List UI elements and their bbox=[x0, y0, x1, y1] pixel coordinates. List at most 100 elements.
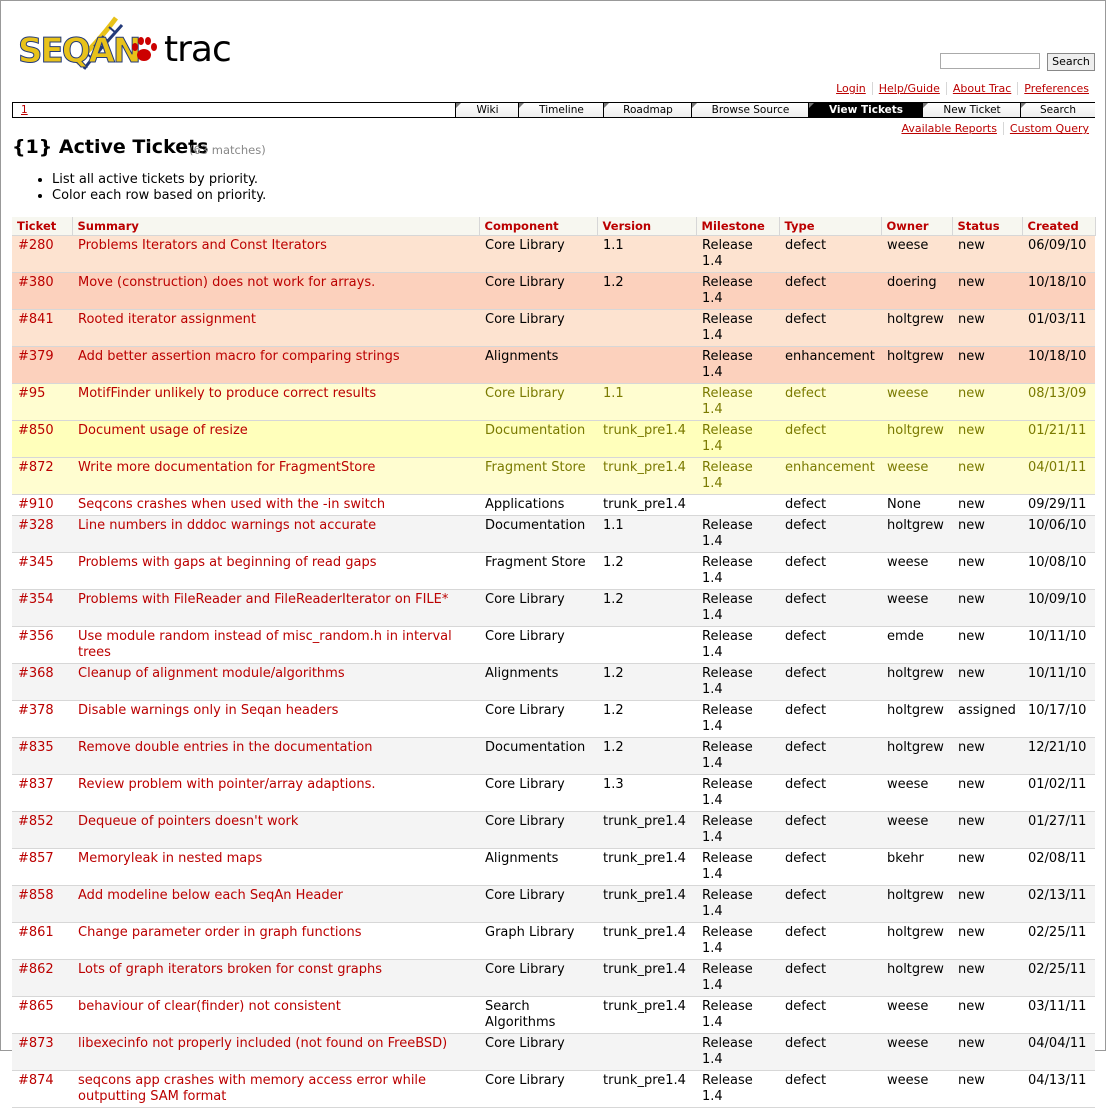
table-row[interactable]: #837 Review problem with pointer/array ad… bbox=[12, 774, 1095, 812]
ticket-id-link[interactable]: #328 bbox=[12, 515, 72, 553]
ticket-id-link[interactable]: #95 bbox=[12, 383, 72, 421]
login-link[interactable]: Login bbox=[830, 82, 872, 95]
ticket-summary-link[interactable]: libexecinfo not properly included (not f… bbox=[72, 1033, 479, 1071]
ticket-summary-link[interactable]: Write more documentation for FragmentSto… bbox=[72, 457, 479, 495]
table-row[interactable]: #841 Rooted iterator assignment Core Libra… bbox=[12, 309, 1095, 347]
ticket-summary-link[interactable]: Rooted iterator assignment bbox=[72, 309, 479, 347]
ticket-summary-link[interactable]: Problems with gaps at beginning of read … bbox=[72, 552, 479, 590]
ticket-summary-link[interactable]: Change parameter order in graph function… bbox=[72, 922, 479, 960]
nav-context-link[interactable]: 1 bbox=[21, 103, 28, 117]
ticket-summary-link[interactable]: MotifFinder unlikely to produce correct … bbox=[72, 383, 479, 421]
ticket-id-link[interactable]: #841 bbox=[12, 309, 72, 347]
ticket-id-link[interactable]: #368 bbox=[12, 663, 72, 701]
ticket-summary-link[interactable]: Dequeue of pointers doesn't work bbox=[72, 811, 479, 849]
tab-search[interactable]: Search bbox=[1020, 103, 1095, 117]
table-row[interactable]: #345 Problems with gaps at beginning of r… bbox=[12, 552, 1095, 590]
table-row[interactable]: #379 Add better assertion macro for compa… bbox=[12, 346, 1095, 384]
col-component[interactable]: Component bbox=[479, 217, 598, 236]
col-created[interactable]: Created bbox=[1022, 217, 1096, 236]
table-row[interactable]: #368 Cleanup of alignment module/algorith… bbox=[12, 663, 1095, 701]
ticket-summary-link[interactable]: Use module random instead of misc_random… bbox=[72, 626, 479, 664]
search-input[interactable] bbox=[940, 53, 1040, 69]
table-row[interactable]: #95 MotifFinder unlikely to produce corre… bbox=[12, 383, 1095, 421]
table-row[interactable]: #872 Write more documentation for Fragmen… bbox=[12, 457, 1095, 495]
tab-roadmap[interactable]: Roadmap bbox=[603, 103, 692, 117]
ticket-id-link[interactable]: #345 bbox=[12, 552, 72, 590]
custom-query-link[interactable]: Custom Query bbox=[1002, 122, 1095, 135]
tab-wiki[interactable]: Wiki bbox=[455, 103, 519, 117]
ticket-id-link[interactable]: #378 bbox=[12, 700, 72, 738]
ticket-id-link[interactable]: #850 bbox=[12, 420, 72, 458]
about-trac-link[interactable]: About Trac bbox=[945, 82, 1017, 95]
ticket-summary-link[interactable]: Line numbers in dddoc warnings not accur… bbox=[72, 515, 479, 553]
ticket-summary-link[interactable]: Seqcons crashes when used with the -in s… bbox=[72, 494, 479, 516]
col-owner[interactable]: Owner bbox=[881, 217, 953, 236]
ticket-summary-link[interactable]: Review problem with pointer/array adapti… bbox=[72, 774, 479, 812]
table-row[interactable]: #865 behaviour of clear(finder) not consi… bbox=[12, 996, 1095, 1034]
col-summary[interactable]: Summary bbox=[72, 217, 480, 236]
ticket-summary-link[interactable]: Lots of graph iterators broken for const… bbox=[72, 959, 479, 997]
available-reports-link[interactable]: Available Reports bbox=[895, 122, 1002, 135]
table-row[interactable]: #850 Document usage of resize Documentatio… bbox=[12, 420, 1095, 458]
col-type[interactable]: Type bbox=[779, 217, 882, 236]
table-row[interactable]: #835 Remove double entries in the documen… bbox=[12, 737, 1095, 775]
ticket-id-link[interactable]: #865 bbox=[12, 996, 72, 1034]
tab-view-tickets[interactable]: View Tickets bbox=[808, 103, 923, 117]
ticket-summary-link[interactable]: Add modeline below each SeqAn Header bbox=[72, 885, 479, 923]
col-milestone[interactable]: Milestone bbox=[696, 217, 780, 236]
col-version[interactable]: Version bbox=[597, 217, 697, 236]
ticket-id-link[interactable]: #380 bbox=[12, 272, 72, 310]
tab-new-ticket[interactable]: New Ticket bbox=[922, 103, 1021, 117]
ticket-id-link[interactable]: #356 bbox=[12, 626, 72, 664]
ticket-summary-link[interactable]: Add better assertion macro for comparing… bbox=[72, 346, 479, 384]
ticket-id-link[interactable]: #858 bbox=[12, 885, 72, 923]
seqan-trac-logo[interactable]: SEQAN trac bbox=[16, 11, 232, 72]
ticket-summary-link[interactable]: Move (construction) does not work for ar… bbox=[72, 272, 479, 310]
ticket-id-link[interactable]: #354 bbox=[12, 589, 72, 627]
ticket-id-link[interactable]: #835 bbox=[12, 737, 72, 775]
table-row[interactable]: #910 Seqcons crashes when used with the -… bbox=[12, 494, 1095, 516]
ticket-id-link[interactable]: #837 bbox=[12, 774, 72, 812]
ticket-id-link[interactable]: #857 bbox=[12, 848, 72, 886]
table-row[interactable]: #873 libexecinfo not properly included (n… bbox=[12, 1033, 1095, 1071]
table-row[interactable]: #354 Problems with FileReader and FileRea… bbox=[12, 589, 1095, 627]
table-row[interactable]: #852 Dequeue of pointers doesn't work Core… bbox=[12, 811, 1095, 849]
col-status[interactable]: Status bbox=[952, 217, 1023, 236]
table-row[interactable]: #328 Line numbers in dddoc warnings not a… bbox=[12, 515, 1095, 553]
ticket-summary-link[interactable]: Memoryleak in nested maps bbox=[72, 848, 479, 886]
ticket-id-link[interactable]: #872 bbox=[12, 457, 72, 495]
search-button[interactable]: Search bbox=[1047, 53, 1095, 71]
table-row[interactable]: #858 Add modeline below each SeqAn Header… bbox=[12, 885, 1095, 923]
help-guide-link[interactable]: Help/Guide bbox=[871, 82, 946, 95]
ticket-id-link[interactable]: #852 bbox=[12, 811, 72, 849]
ticket-summary-link[interactable]: Problems with FileReader and FileReaderI… bbox=[72, 589, 479, 627]
table-row[interactable]: #378 Disable warnings only in Seqan heade… bbox=[12, 700, 1095, 738]
ticket-status: new bbox=[952, 515, 1022, 553]
ticket-version: trunk_pre1.4 bbox=[597, 1070, 696, 1108]
tab-timeline[interactable]: Timeline bbox=[518, 103, 604, 117]
ticket-id-link[interactable]: #910 bbox=[12, 494, 72, 516]
ticket-id-link[interactable]: #379 bbox=[12, 346, 72, 384]
ticket-id-link[interactable]: #862 bbox=[12, 959, 72, 997]
ticket-summary-link[interactable]: seqcons app crashes with memory access e… bbox=[72, 1070, 479, 1108]
tab-browse-source[interactable]: Browse Source bbox=[691, 103, 809, 117]
ticket-summary-link[interactable]: Cleanup of alignment module/algorithms bbox=[72, 663, 479, 701]
table-row[interactable]: #861 Change parameter order in graph func… bbox=[12, 922, 1095, 960]
ticket-id-link[interactable]: #861 bbox=[12, 922, 72, 960]
table-row[interactable]: #280 Problems Iterators and Const Iterato… bbox=[12, 235, 1095, 273]
table-row[interactable]: #356 Use module random instead of misc_ra… bbox=[12, 626, 1095, 664]
table-row[interactable]: #862 Lots of graph iterators broken for c… bbox=[12, 959, 1095, 997]
ticket-id-link[interactable]: #874 bbox=[12, 1070, 72, 1108]
table-row[interactable]: #874 seqcons app crashes with memory acce… bbox=[12, 1070, 1095, 1108]
ticket-summary-link[interactable]: behaviour of clear(finder) not consisten… bbox=[72, 996, 479, 1034]
preferences-link[interactable]: Preferences bbox=[1017, 82, 1095, 95]
ticket-id-link[interactable]: #873 bbox=[12, 1033, 72, 1071]
table-row[interactable]: #857 Memoryleak in nested maps Alignments t… bbox=[12, 848, 1095, 886]
ticket-summary-link[interactable]: Remove double entries in the documentati… bbox=[72, 737, 479, 775]
ticket-summary-link[interactable]: Problems Iterators and Const Iterators bbox=[72, 235, 479, 273]
ticket-summary-link[interactable]: Disable warnings only in Seqan headers bbox=[72, 700, 479, 738]
ticket-summary-link[interactable]: Document usage of resize bbox=[72, 420, 479, 458]
table-row[interactable]: #380 Move (construction) does not work fo… bbox=[12, 272, 1095, 310]
col-ticket[interactable]: Ticket bbox=[12, 217, 73, 236]
ticket-id-link[interactable]: #280 bbox=[12, 235, 72, 273]
